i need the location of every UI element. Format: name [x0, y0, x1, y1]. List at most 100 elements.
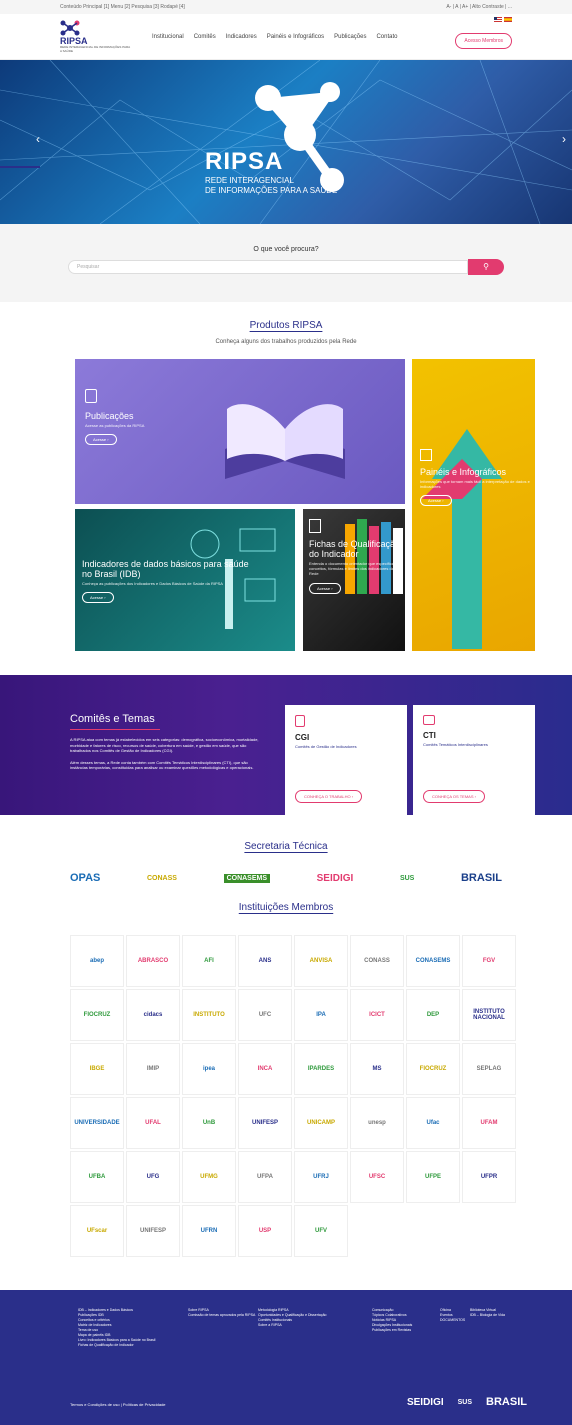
sus-footer-logo[interactable]: SUS — [458, 1399, 472, 1406]
seidigi-footer-logo[interactable]: SEIDIGI — [407, 1397, 444, 1408]
member-logo[interactable]: ipea — [182, 1043, 236, 1095]
member-logo[interactable]: UFC — [238, 989, 292, 1041]
card-paineis[interactable]: Painéis e Infográficos Informações que t… — [412, 359, 535, 651]
sus-logo[interactable]: SUS — [400, 875, 414, 882]
skip-links[interactable]: Conteúdo Principal [1] Menu [2] Pesquisa… — [60, 4, 185, 10]
conasems-logo[interactable]: CONASEMS — [223, 873, 271, 883]
member-logo[interactable]: UFMG — [182, 1151, 236, 1203]
member-logo[interactable]: ABRASCO — [126, 935, 180, 987]
cgi-button[interactable]: CONHEÇA O TRABALHO › — [295, 790, 363, 803]
accessibility-controls[interactable]: A- | A | A+ | Alto Contraste | ... — [446, 4, 512, 10]
member-logo[interactable]: UFSC — [350, 1151, 404, 1203]
member-logo[interactable]: SEPLAG — [462, 1043, 516, 1095]
footer-link[interactable]: DOCUMENTOS — [440, 1318, 465, 1323]
member-logo[interactable]: UFAM — [462, 1097, 516, 1149]
member-logo[interactable]: abep — [70, 935, 124, 987]
card-title: Painéis e Infográficos — [420, 467, 507, 477]
member-logo[interactable]: UFRJ — [294, 1151, 348, 1203]
cti-button[interactable]: CONHEÇA OS TEMAS › — [423, 790, 485, 803]
member-logo[interactable]: UFBA — [70, 1151, 124, 1203]
member-logo[interactable]: CONASEMS — [406, 935, 460, 987]
prev-slide-icon[interactable]: ‹ — [36, 132, 40, 146]
products-subtitle: Conheça alguns dos trabalhos produzidos … — [215, 339, 357, 345]
member-logo[interactable]: UnB — [182, 1097, 236, 1149]
member-logo[interactable]: USP — [238, 1205, 292, 1257]
member-logo[interactable]: IBGE — [70, 1043, 124, 1095]
access-members-button[interactable]: Acesso Membros — [455, 32, 512, 49]
member-logo[interactable]: ICICT — [350, 989, 404, 1041]
seidigi-logo[interactable]: SEIDIGI — [317, 873, 354, 884]
hero-subtitle-line-2: DE INFORMAÇÕES PARA A SAÚDE — [205, 186, 338, 195]
member-logo[interactable]: UFPR — [462, 1151, 516, 1203]
accessibility-bar: Conteúdo Principal [1] Menu [2] Pesquisa… — [0, 0, 572, 14]
member-logo[interactable]: ANVISA — [294, 935, 348, 987]
footer-legal-links[interactable]: Termos e Condições de uso | Políticas de… — [70, 1402, 166, 1407]
next-slide-icon[interactable]: › — [562, 132, 566, 146]
member-logo[interactable]: unesp — [350, 1097, 404, 1149]
hero-accent-line — [0, 166, 40, 168]
member-logo[interactable]: UFAL — [126, 1097, 180, 1149]
member-logo[interactable]: INSTITUTO NACIONAL — [462, 989, 516, 1041]
ripsa-logo[interactable]: RIPSA REDE INTERAGENCIAL DE INFORMAÇÕES … — [60, 20, 130, 53]
opas-logo[interactable]: OPAS — [70, 872, 100, 884]
member-logo[interactable]: IPARDES — [294, 1043, 348, 1095]
nav-institucional[interactable]: Institucional — [152, 34, 184, 40]
nav-comites[interactable]: Comitês — [194, 34, 216, 40]
member-logo[interactable]: AFI — [182, 935, 236, 987]
footer-link[interactable]: Sobre a RIPSA — [258, 1323, 326, 1328]
member-logo[interactable]: UNIFESP — [238, 1097, 292, 1149]
card-idb[interactable]: Indicadores de dados básicos para saúde … — [75, 509, 295, 651]
brasil-logo[interactable]: BRASIL — [461, 872, 502, 884]
chart-icon — [420, 449, 432, 461]
footer-link[interactable]: IDB – Biologia de Vida — [470, 1313, 505, 1318]
footer-link[interactable]: Publicações em Revistas — [372, 1328, 412, 1333]
brasil-footer-logo[interactable]: BRASIL — [486, 1396, 527, 1408]
member-logo[interactable]: UFPE — [406, 1151, 460, 1203]
nav-publicacoes[interactable]: Publicações — [334, 34, 366, 40]
member-logo[interactable]: FGV — [462, 935, 516, 987]
member-logo[interactable]: UFscar — [70, 1205, 124, 1257]
access-button[interactable]: Acesse › — [82, 592, 114, 604]
member-logo[interactable]: cidacs — [126, 989, 180, 1041]
member-logo[interactable]: IMIP — [126, 1043, 180, 1095]
members-title: Instituições Membros — [238, 902, 334, 913]
access-button[interactable]: Acesse › — [309, 582, 341, 594]
member-logo[interactable]: UFV — [294, 1205, 348, 1257]
member-logo[interactable]: FIOCRUZ — [70, 989, 124, 1041]
cgi-card[interactable]: CGI Comitês de Gestão de Indicadores CON… — [285, 705, 407, 815]
member-logo[interactable]: MS — [350, 1043, 404, 1095]
cti-card[interactable]: CTI Comitês Temáticos Interdisciplinares… — [413, 705, 535, 815]
member-logo[interactable]: INSTITUTO — [182, 989, 236, 1041]
footer-col-2: Sobre RIPSA Comissão de temas aprovados p… — [188, 1308, 255, 1318]
access-button[interactable]: Acesse › — [85, 434, 117, 446]
member-logo[interactable]: UFPA — [238, 1151, 292, 1203]
member-logo[interactable]: INCA — [238, 1043, 292, 1095]
hero-subtitle: REDE INTERAGENCIAL DE INFORMAÇÕES PARA A… — [205, 176, 337, 196]
conass-logo[interactable]: CONASS — [147, 875, 177, 882]
member-logo[interactable]: IPA — [294, 989, 348, 1041]
member-logo[interactable]: ANS — [238, 935, 292, 987]
card-fichas[interactable]: Fichas de Qualificação do Indicador Ente… — [303, 509, 405, 651]
card-publicacoes[interactable]: Publicações Acesse as publicações da RIP… — [75, 359, 405, 504]
member-logo[interactable]: UNIVERSIDADE — [70, 1097, 124, 1149]
member-logo[interactable]: Ufac — [406, 1097, 460, 1149]
member-logo[interactable]: FIOCRUZ — [406, 1043, 460, 1095]
card-title: Indicadores de dados básicos para saúde … — [82, 559, 249, 579]
nav-contato[interactable]: Contato — [376, 34, 397, 40]
search-input[interactable]: Pesquisar — [68, 260, 468, 274]
member-logo[interactable]: CONASS — [350, 935, 404, 987]
footer-link[interactable]: Fichas de Qualificação de Indicador — [78, 1343, 155, 1348]
nav-paineis[interactable]: Painéis e Infográficos — [267, 34, 324, 40]
search-button[interactable]: ⚲ — [468, 259, 504, 275]
spain-flag-icon[interactable] — [504, 17, 512, 22]
footer-link[interactable]: Comissão de temas aprovados pela RIPSA — [188, 1313, 255, 1318]
member-logo[interactable]: UFG — [126, 1151, 180, 1203]
us-flag-icon[interactable] — [494, 17, 502, 22]
access-button[interactable]: Acesse › — [420, 495, 452, 507]
member-logo[interactable]: UFRN — [182, 1205, 236, 1257]
committees-title: Comitês e Temas — [70, 713, 155, 725]
member-logo[interactable]: UNICAMP — [294, 1097, 348, 1149]
nav-indicadores[interactable]: Indicadores — [226, 34, 257, 40]
member-logo[interactable]: DEP — [406, 989, 460, 1041]
member-logo[interactable]: UNIFESP — [126, 1205, 180, 1257]
